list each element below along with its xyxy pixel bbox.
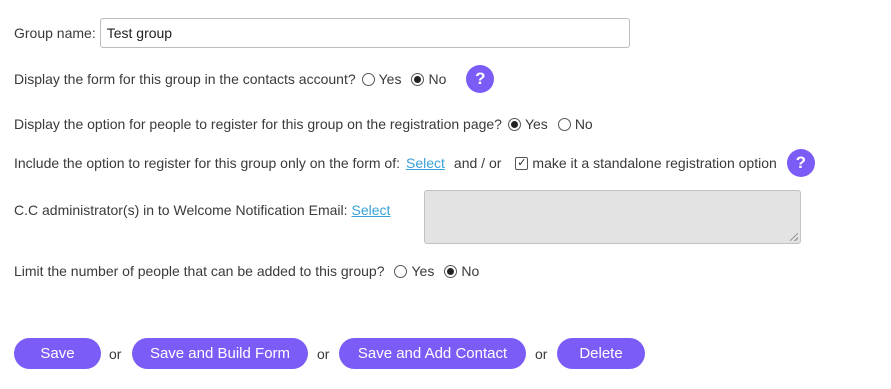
or-separator: or (535, 346, 548, 362)
display-option-no-radio[interactable] (557, 117, 571, 131)
limit-yes-radio[interactable] (394, 264, 408, 278)
or-separator: or (317, 346, 330, 362)
limit-radio-group: Yes No (394, 263, 489, 279)
resize-handle-icon[interactable] (790, 233, 798, 241)
display-form-no-label[interactable]: No (428, 71, 446, 87)
include-option-label: Include the option to register for this … (14, 155, 400, 171)
standalone-checkbox-label[interactable]: make it a standalone registration option (532, 155, 776, 171)
display-form-question: Display the form for this group in the c… (14, 71, 356, 87)
display-option-yes-radio[interactable] (507, 117, 521, 131)
save-and-build-form-button[interactable]: Save and Build Form (132, 338, 308, 369)
display-option-question: Display the option for people to registe… (14, 116, 502, 132)
display-option-row: Display the option for people to registe… (14, 114, 603, 134)
save-button[interactable]: Save (14, 338, 101, 369)
group-name-row: Group name: (14, 18, 630, 48)
display-form-no-radio[interactable] (411, 72, 425, 86)
display-form-row: Display the form for this group in the c… (14, 65, 495, 93)
help-icon[interactable]: ? (786, 149, 815, 177)
display-option-no-label[interactable]: No (575, 116, 593, 132)
cc-admin-select-link[interactable]: Select (352, 202, 391, 218)
delete-button[interactable]: Delete (557, 338, 645, 369)
or-separator: or (109, 346, 122, 362)
limit-question: Limit the number of people that can be a… (14, 263, 385, 279)
display-form-yes-radio[interactable] (361, 72, 375, 86)
limit-no-label[interactable]: No (461, 263, 479, 279)
display-option-radio-group: Yes No (507, 116, 603, 132)
cc-admin-label: C.C administrator(s) in to Welcome Notif… (14, 202, 348, 218)
include-option-select-link[interactable]: Select (406, 155, 445, 171)
group-name-input[interactable] (99, 18, 630, 48)
limit-row: Limit the number of people that can be a… (14, 261, 489, 281)
display-form-radio-group: Yes No (361, 71, 457, 87)
save-and-add-contact-button[interactable]: Save and Add Contact (339, 338, 526, 369)
cc-admin-textarea[interactable] (424, 190, 801, 244)
include-option-connector: and / or (453, 155, 502, 171)
cc-admin-row: C.C administrator(s) in to Welcome Notif… (14, 200, 390, 220)
group-name-label: Group name: (14, 25, 96, 41)
display-form-yes-label[interactable]: Yes (379, 71, 402, 87)
include-option-row: Include the option to register for this … (14, 149, 815, 177)
limit-yes-label[interactable]: Yes (411, 263, 434, 279)
standalone-checkbox[interactable]: ✓ (515, 156, 529, 170)
help-icon[interactable]: ? (466, 65, 495, 93)
limit-no-radio[interactable] (444, 264, 458, 278)
display-option-yes-label[interactable]: Yes (525, 116, 548, 132)
